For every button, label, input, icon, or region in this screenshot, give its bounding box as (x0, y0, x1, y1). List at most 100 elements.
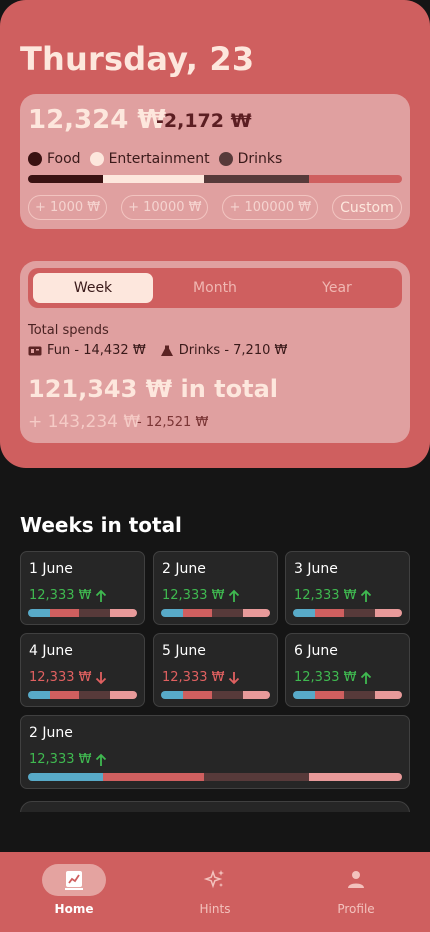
week-card[interactable]: 2 June 12,333 ₩ (20, 715, 410, 789)
nav-home-label: Home (54, 902, 94, 916)
week-card[interactable]: 1 June 12,333 ₩ (20, 551, 145, 625)
spend-drinks: Drinks - 7,210 ₩ (160, 343, 288, 358)
week-bar-segment (293, 691, 315, 699)
week-value: 12,333 ₩ (29, 752, 107, 767)
week-card[interactable]: 4 June 12,333 ₩ (20, 633, 145, 707)
week-bar-segment (28, 691, 50, 699)
page-title: Thursday, 23 (20, 40, 255, 78)
week-bar-segment (344, 609, 375, 617)
week-amount: 12,333 ₩ (29, 752, 92, 767)
weeks-section-title: Weeks in total (20, 513, 182, 537)
spend-drinks-label: Drinks - 7,210 ₩ (178, 343, 288, 358)
tab-year[interactable]: Year (277, 273, 397, 303)
week-value: 12,333 ₩ (162, 588, 240, 603)
add-100000-button[interactable]: + 100000 ₩ (222, 195, 319, 220)
week-split-bar (293, 609, 402, 617)
week-bar-segment (49, 691, 80, 699)
category-split-bar (28, 175, 402, 183)
category-legend: Food Entertainment Drinks (28, 151, 282, 167)
period-card: Week Month Year Total spends Fun - 14,43… (20, 261, 410, 443)
week-amount: 12,333 ₩ (294, 588, 357, 603)
sparkles-icon (203, 869, 224, 889)
custom-amount-button[interactable]: Custom (332, 195, 402, 220)
week-bar-segment (49, 609, 80, 617)
arrow-up-icon (361, 589, 372, 602)
period-expense: - 12,521 ₩ (137, 415, 209, 430)
week-value: 12,333 ₩ (29, 670, 107, 685)
entertainment-dot-icon (89, 152, 104, 166)
nav-home[interactable]: Home (24, 864, 124, 916)
tab-month[interactable]: Month (155, 273, 275, 303)
week-bar-segment (242, 609, 270, 617)
week-bar-segment (28, 773, 103, 781)
legend-entertainment: Entertainment (89, 151, 210, 167)
legend-food: Food (28, 151, 81, 167)
add-1000-button[interactable]: + 1000 ₩ (28, 195, 108, 220)
split-segment-entertainment (102, 175, 204, 183)
week-value: 12,333 ₩ (162, 670, 240, 685)
spends-label: Total spends (28, 323, 109, 338)
week-card[interactable]: 6 June 12,333 ₩ (285, 633, 410, 707)
week-amount: 12,333 ₩ (162, 670, 225, 685)
week-date: 4 June (29, 643, 73, 659)
legend-label: Entertainment (108, 151, 210, 167)
spend-fun: Fun - 14,432 ₩ (28, 343, 146, 358)
week-bar-segment (308, 773, 402, 781)
arrow-up-icon (361, 671, 372, 684)
week-value: 12,333 ₩ (29, 588, 107, 603)
week-split-bar (161, 609, 270, 617)
user-icon (348, 871, 364, 888)
week-bar-segment (203, 773, 309, 781)
arrow-down-icon (96, 671, 107, 684)
week-bar-segment (79, 609, 110, 617)
week-date: 2 June (162, 561, 206, 577)
week-date: 6 June (294, 643, 338, 659)
week-date: 2 June (29, 725, 73, 741)
bottom-navigation: Home Hints Profile (0, 852, 430, 932)
week-bar-segment (212, 691, 243, 699)
week-split-bar (28, 609, 137, 617)
tab-week[interactable]: Week (33, 273, 153, 303)
week-bar-segment (212, 609, 243, 617)
week-bar-segment (109, 691, 137, 699)
spend-fun-label: Fun - 14,432 ₩ (47, 343, 146, 358)
spend-items: Fun - 14,432 ₩ Drinks - 7,210 ₩ (28, 343, 287, 358)
week-bar-segment (242, 691, 270, 699)
week-card[interactable]: 2 June 12,333 ₩ (153, 551, 278, 625)
nav-home-pill[interactable] (42, 864, 106, 896)
legend-label: Food (47, 151, 81, 167)
period-total: 121,343 ₩ in total (28, 375, 279, 403)
week-amount: 12,333 ₩ (162, 588, 225, 603)
week-bar-segment (102, 773, 204, 781)
arrow-up-icon (229, 589, 240, 602)
nav-hints-pill[interactable] (183, 864, 247, 896)
add-10000-button[interactable]: + 10000 ₩ (121, 195, 209, 220)
nav-profile[interactable]: Profile (306, 864, 406, 916)
week-value: 12,333 ₩ (294, 588, 372, 603)
nav-hints[interactable]: Hints (165, 864, 265, 916)
nav-profile-label: Profile (337, 902, 375, 916)
week-bar-segment (374, 691, 402, 699)
nav-profile-pill[interactable] (324, 864, 388, 896)
week-split-bar (293, 691, 402, 699)
period-income: + 143,234 ₩ (28, 412, 141, 432)
balance-amount: 12,324 ₩ (28, 105, 167, 135)
nav-hints-label: Hints (199, 902, 231, 916)
week-date: 3 June (294, 561, 338, 577)
chart-icon (65, 871, 83, 890)
week-split-bar (28, 773, 402, 781)
split-segment-food (28, 175, 103, 183)
week-bar-segment (28, 609, 50, 617)
week-bar-segment (161, 691, 183, 699)
week-amount: 12,333 ₩ (29, 670, 92, 685)
balance-delta: -2,172 ₩ (156, 110, 252, 132)
arrow-up-icon (96, 753, 107, 766)
ticket-icon (28, 346, 42, 355)
week-date: 1 June (29, 561, 73, 577)
balance-card: 12,324 ₩ -2,172 ₩ Food Entertainment Dri… (20, 94, 410, 229)
week-card[interactable]: 3 June 12,333 ₩ (285, 551, 410, 625)
week-amount: 12,333 ₩ (294, 670, 357, 685)
week-bar-segment (314, 609, 345, 617)
week-card[interactable]: 5 June 12,333 ₩ (153, 633, 278, 707)
period-segmented-control: Week Month Year (28, 268, 402, 308)
